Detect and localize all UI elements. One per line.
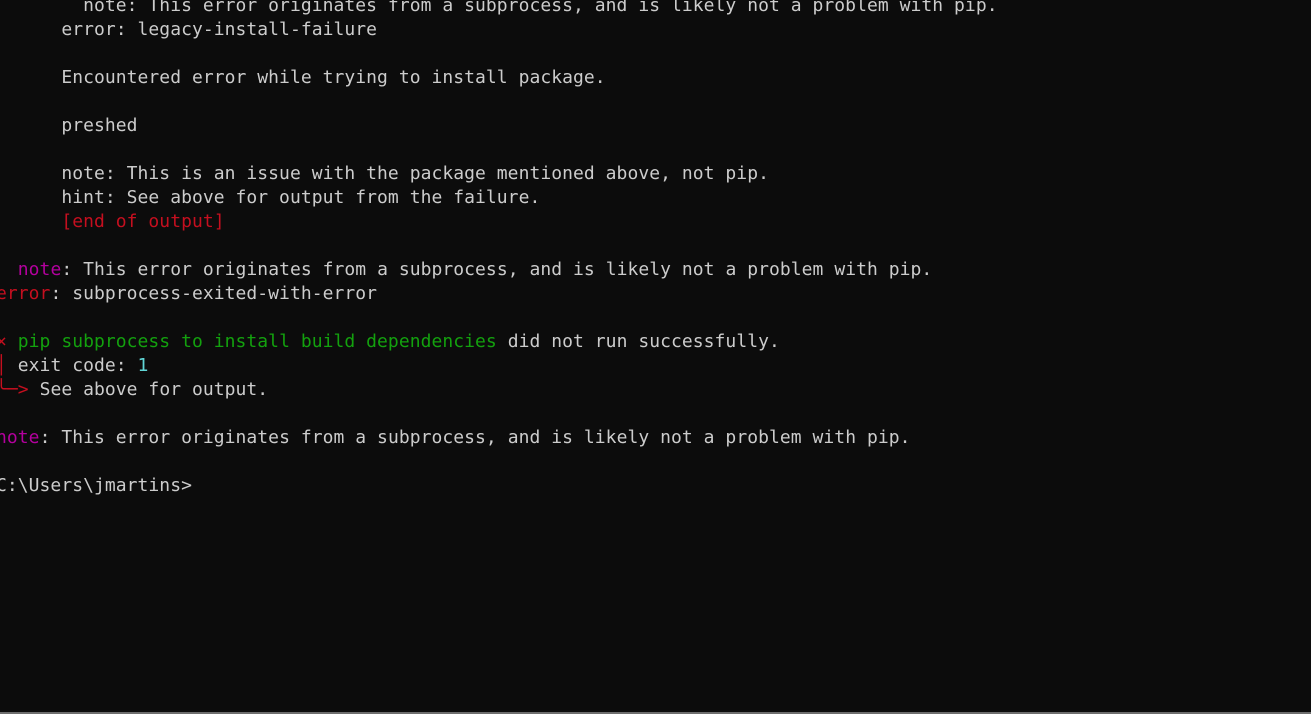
command-prompt-line: C:\Users\jmartins> xyxy=(0,474,998,498)
terminal-text-segment: note: This is an issue with the package … xyxy=(0,163,769,184)
terminal-line: note: This error originates from a subpr… xyxy=(0,258,998,282)
terminal-line: note: This is an issue with the package … xyxy=(0,162,998,186)
terminal-line: │ exit code: 1 xyxy=(0,354,998,378)
terminal-text-segment: │ xyxy=(0,355,7,376)
terminal-text-segment: [end of output] xyxy=(61,211,225,232)
terminal-line: ╰─> See above for output. xyxy=(0,378,998,402)
terminal-text-segment: note: This error originates from a subpr… xyxy=(0,0,998,16)
terminal-text-segment: : subprocess-exited-with-error xyxy=(50,283,378,304)
terminal-text-segment: See above for output. xyxy=(39,379,269,400)
terminal-text-segment: × xyxy=(0,331,7,352)
terminal-text-segment: Encountered error while trying to instal… xyxy=(0,67,606,88)
terminal-line: preshed xyxy=(0,114,998,138)
terminal-line: note: This error originates from a subpr… xyxy=(0,426,998,450)
terminal-line: error: subprocess-exited-with-error xyxy=(0,282,998,306)
terminal-text-segment: ╰─> xyxy=(0,379,40,400)
terminal-line: error: legacy-install-failure xyxy=(0,18,998,42)
terminal-text-segment: error xyxy=(0,283,51,304)
terminal-line: hint: See above for output from the fail… xyxy=(0,186,998,210)
terminal-text-segment: note xyxy=(17,259,62,280)
terminal-text-segment: exit code: xyxy=(17,355,138,376)
terminal-output[interactable]: note: This error originates from a subpr… xyxy=(0,0,998,498)
terminal-line: note: This error originates from a subpr… xyxy=(0,0,998,18)
terminal-text-segment: : This error originates from a subproces… xyxy=(61,259,933,280)
terminal-text-segment: pip subprocess to install build dependen… xyxy=(17,331,497,352)
terminal-text-segment: preshed xyxy=(0,115,138,136)
terminal-line: × pip subprocess to install build depend… xyxy=(0,330,998,354)
terminal-text-segment: 1 xyxy=(137,355,149,376)
terminal-text-segment: C:\Users\jmartins> xyxy=(0,475,192,496)
terminal-line: [end of output] xyxy=(0,210,998,234)
terminal-text-segment: error: legacy-install-failure xyxy=(0,19,378,40)
terminal-text-segment: note xyxy=(0,427,40,448)
terminal-text-segment: did not run successfully. xyxy=(496,331,780,352)
terminal-line: Encountered error while trying to instal… xyxy=(0,66,998,90)
terminal-text-segment: : This error originates from a subproces… xyxy=(39,427,911,448)
terminal-text-segment: hint: See above for output from the fail… xyxy=(0,187,541,208)
